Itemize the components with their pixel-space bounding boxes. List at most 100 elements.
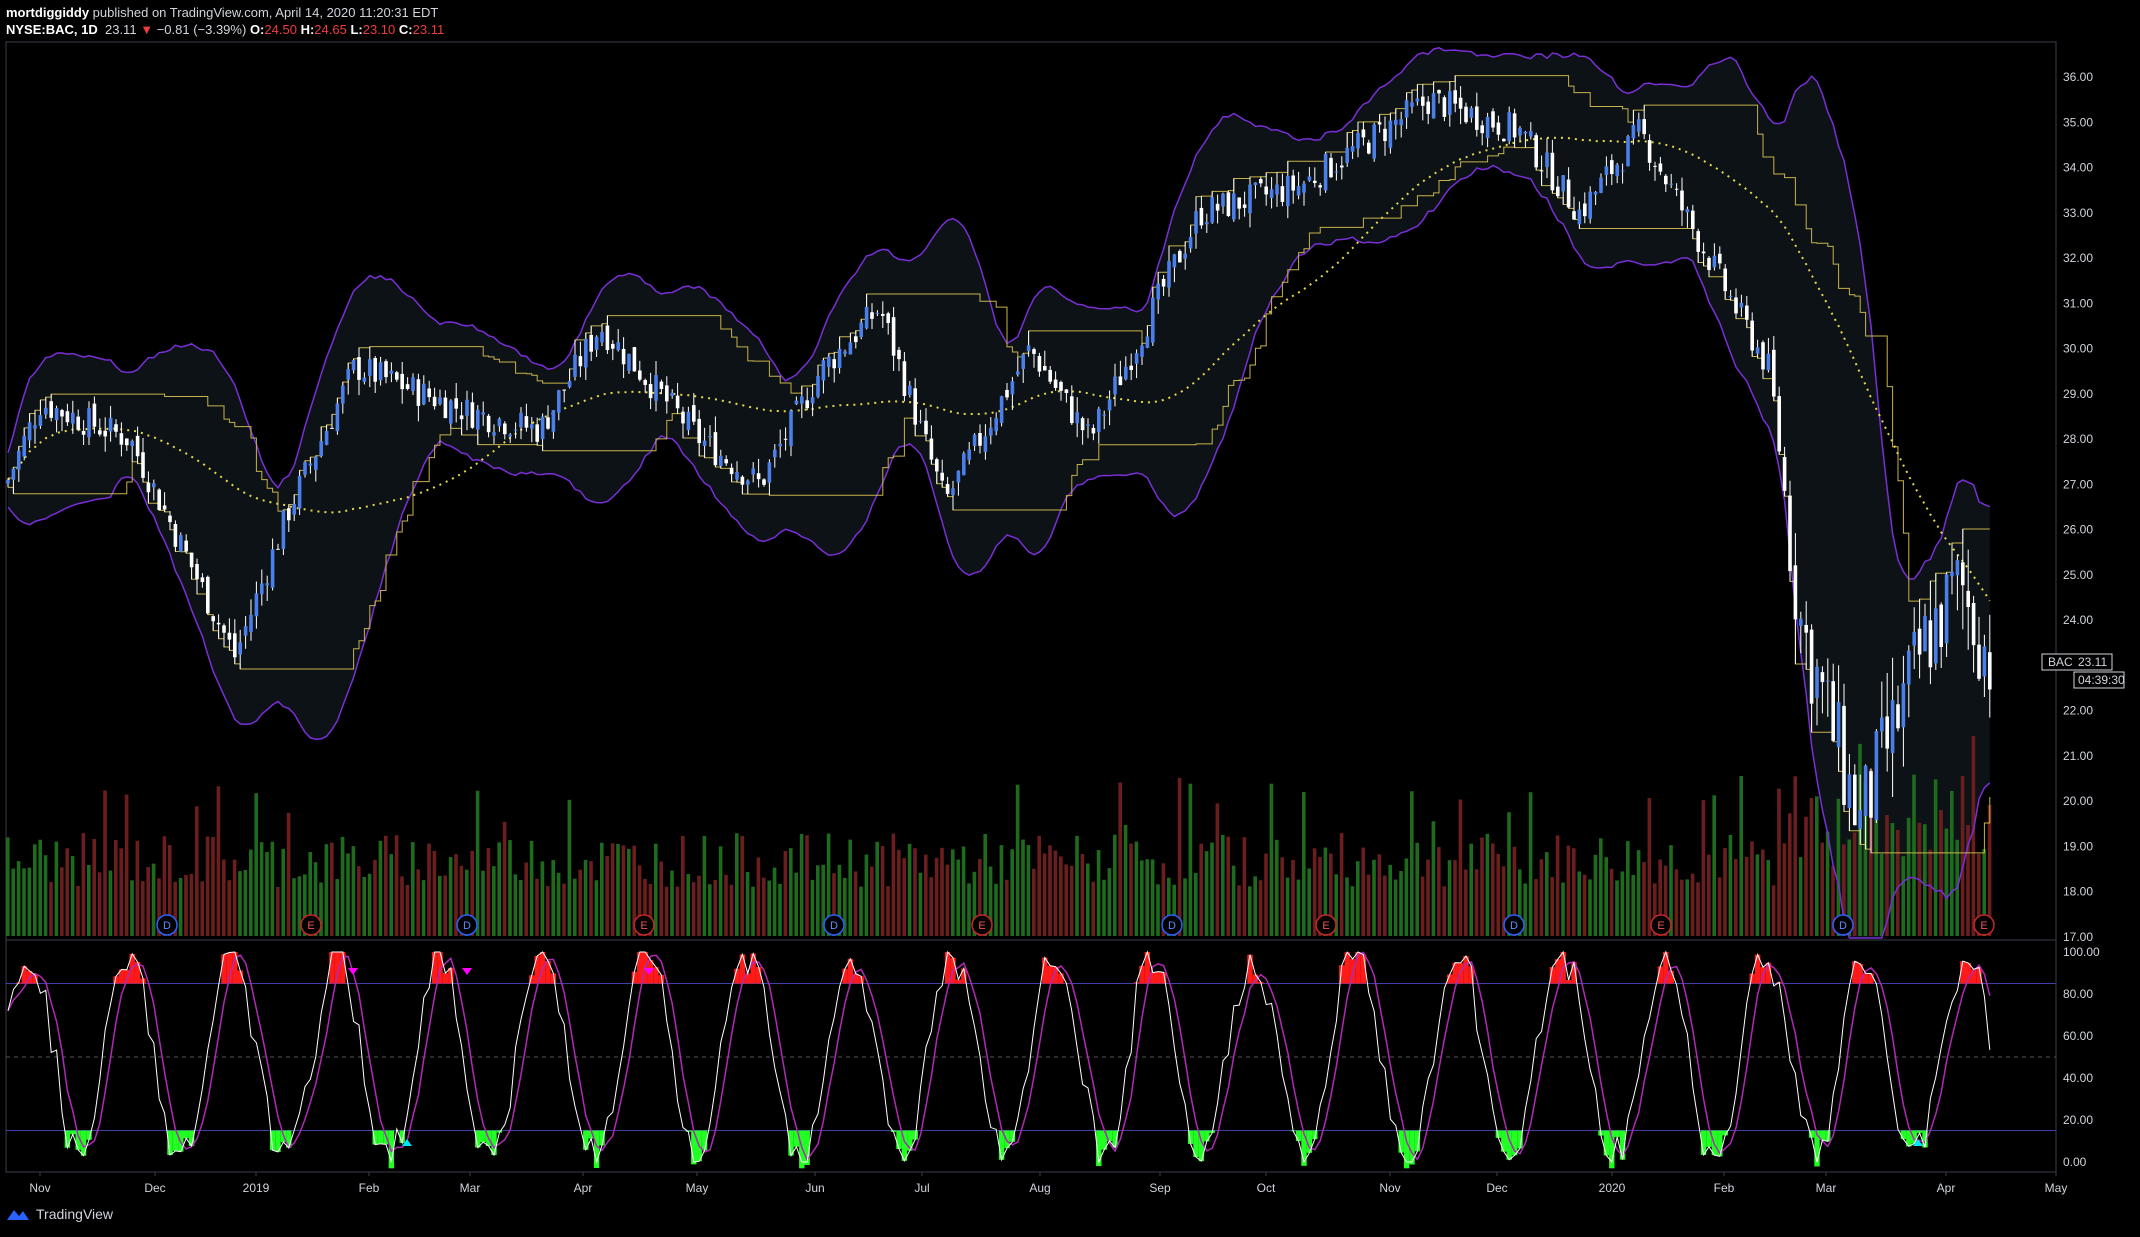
overbought-fill — [329, 952, 335, 984]
time-axis[interactable]: Nov Dec 2019 Feb Mar Apr May Jun Jul Aug Sep Oct Nov… — [29, 1172, 2067, 1195]
volume-bar — [1037, 835, 1041, 936]
volume-bar — [1296, 879, 1301, 936]
volume-bar — [1491, 843, 1495, 936]
candle-body — [135, 435, 140, 457]
candle-body — [1383, 128, 1387, 142]
candle-body — [1280, 186, 1285, 202]
marker-letter: D — [1510, 920, 1518, 932]
candle-body — [951, 488, 955, 496]
price-tick-label: 21.00 — [2063, 749, 2093, 763]
volume-bar — [416, 869, 420, 936]
time-tick-label: May — [686, 1181, 709, 1195]
candle-body — [1831, 681, 1835, 741]
volume-bar — [1356, 861, 1360, 936]
candle-body — [1415, 98, 1420, 102]
candle-body — [1712, 255, 1717, 268]
volume-bar — [1566, 845, 1571, 936]
candle-body — [1545, 152, 1549, 168]
marker-letter: D — [1839, 920, 1847, 932]
volume-bar — [184, 874, 188, 936]
volume-bar — [1723, 848, 1727, 936]
candle-body — [810, 397, 815, 404]
candle-body — [540, 416, 545, 440]
oversold-fill — [799, 1130, 805, 1169]
volume-bar — [346, 853, 350, 936]
candle-body — [1426, 101, 1430, 115]
volume-bar — [589, 861, 593, 936]
volume-bar — [475, 790, 480, 936]
candle-body — [513, 429, 518, 431]
time-tick-label: Sep — [1149, 1181, 1171, 1195]
price-tag-symbol: BAC — [2048, 655, 2073, 669]
volume-bar — [918, 872, 923, 936]
volume-bar — [1647, 798, 1652, 936]
candle-body — [1988, 652, 1992, 690]
candle-body — [1809, 629, 1814, 704]
candle-body — [1118, 376, 1123, 386]
volume-bar — [907, 843, 912, 936]
volume-bar — [1204, 851, 1209, 936]
candle-body — [1955, 560, 1960, 576]
volume-bar — [1609, 868, 1614, 936]
overbought-fill — [944, 952, 951, 984]
volume-bar — [567, 799, 572, 936]
candle-body — [1966, 590, 1970, 608]
candle-body — [697, 418, 701, 444]
volume-bar — [92, 838, 96, 936]
candle-body — [1145, 336, 1150, 348]
candle-body — [281, 510, 286, 549]
candle-body — [870, 312, 874, 319]
candle-body — [1475, 106, 1479, 130]
candle-body — [945, 483, 950, 494]
candle-body — [1512, 113, 1517, 138]
candle-body — [821, 360, 826, 381]
volume-bar — [805, 835, 809, 936]
marker-letter: E — [1980, 920, 1987, 932]
volume-bar — [1750, 841, 1754, 936]
candle-body — [1264, 186, 1268, 195]
stoch-tick-label: 40.00 — [2063, 1071, 2093, 1085]
volume-bar — [108, 870, 113, 936]
candle-body — [297, 475, 302, 509]
volume-bar — [621, 845, 626, 936]
oversold-fill — [1204, 1130, 1210, 1142]
candle-body — [573, 354, 577, 377]
volume-bar — [97, 872, 102, 936]
volume-bar — [238, 871, 242, 936]
candle-body — [627, 353, 631, 371]
volume-bar — [1199, 843, 1203, 936]
marker-letter: D — [163, 920, 171, 932]
volume-bar — [448, 857, 453, 936]
stoch-axis[interactable]: 100.00 80.00 60.00 40.00 20.00 0.00 — [2063, 945, 2100, 1169]
candle-body — [1491, 111, 1495, 128]
candle-body — [459, 415, 464, 420]
footer-brand[interactable]: TradingView — [6, 1206, 113, 1222]
oversold-fill — [1501, 1130, 1507, 1152]
candle-body — [643, 379, 647, 385]
candle-body — [189, 552, 194, 568]
candle-body — [362, 377, 367, 382]
chart-canvas[interactable]: D E D E D E D E D E D E 36.00 35.00 34.00 33.00 32.00 31… — [0, 0, 2140, 1237]
candle-body — [1804, 624, 1808, 633]
volume-bar — [1107, 868, 1112, 936]
volume-bar — [1923, 824, 1927, 936]
candle-body — [1043, 366, 1047, 371]
volume-bar — [11, 868, 15, 936]
overbought-fill — [221, 954, 227, 984]
candle-body — [71, 412, 75, 424]
candle-body — [1842, 705, 1846, 805]
candle-body — [114, 424, 118, 432]
candle-body — [1318, 185, 1322, 188]
price-axis[interactable]: 36.00 35.00 34.00 33.00 32.00 31.00 30.00 29.00… — [2063, 70, 2093, 944]
candle-body — [1853, 774, 1857, 826]
price-tick-label: 36.00 — [2063, 70, 2093, 84]
volume-bar — [713, 879, 717, 936]
candle-body — [465, 399, 469, 416]
volume-bar — [481, 870, 485, 936]
candle-body — [1124, 366, 1128, 380]
volume-bar — [276, 886, 280, 936]
volume-bar — [1345, 877, 1349, 936]
candle-body — [1653, 165, 1657, 167]
candle-body — [1232, 193, 1236, 220]
candle-body — [206, 576, 210, 614]
